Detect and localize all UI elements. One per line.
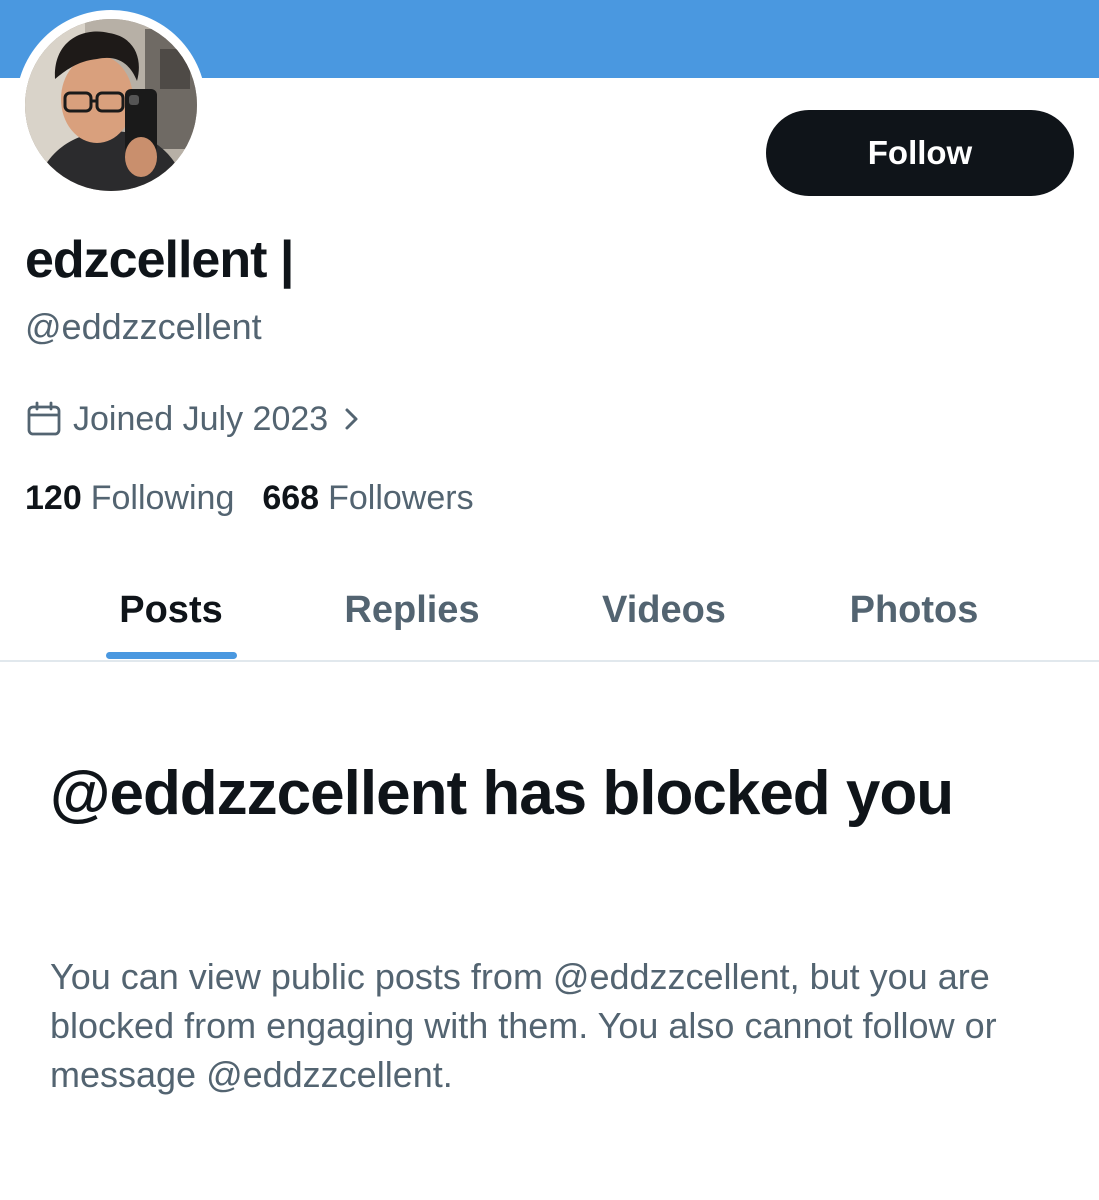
active-tab-indicator xyxy=(106,652,237,659)
user-handle: @eddzzcellent xyxy=(25,306,262,347)
follow-button[interactable]: Follow xyxy=(766,110,1074,196)
followers-count: 668 xyxy=(262,479,320,517)
tab-photos[interactable]: Photos xyxy=(834,560,994,660)
blocked-title: @eddzzcellent has blocked you xyxy=(50,759,954,828)
avatar[interactable] xyxy=(16,10,206,200)
following-count: 120 xyxy=(25,479,82,517)
calendar-icon xyxy=(25,400,63,438)
tab-posts[interactable]: Posts xyxy=(96,560,246,660)
display-name: edzcellent | xyxy=(25,231,294,289)
chevron-right-icon xyxy=(342,404,362,434)
blocked-description: You can view public posts from @eddzzcel… xyxy=(50,956,997,1095)
tab-videos[interactable]: Videos xyxy=(585,560,743,660)
joined-date[interactable]: Joined July 2023 xyxy=(25,396,362,442)
following-label: Following xyxy=(90,479,235,517)
follow-stats: 120 Following 668 Followers xyxy=(25,476,474,520)
followers-link[interactable]: 668 Followers xyxy=(262,476,473,520)
profile-tabs: Posts Replies Videos Photos xyxy=(0,560,1099,662)
followers-label: Followers xyxy=(328,479,474,517)
joined-label: Joined July 2023 xyxy=(73,399,329,438)
following-link[interactable]: 120 Following xyxy=(25,476,234,520)
tab-replies[interactable]: Replies xyxy=(330,560,494,660)
avatar-photo xyxy=(25,19,197,191)
